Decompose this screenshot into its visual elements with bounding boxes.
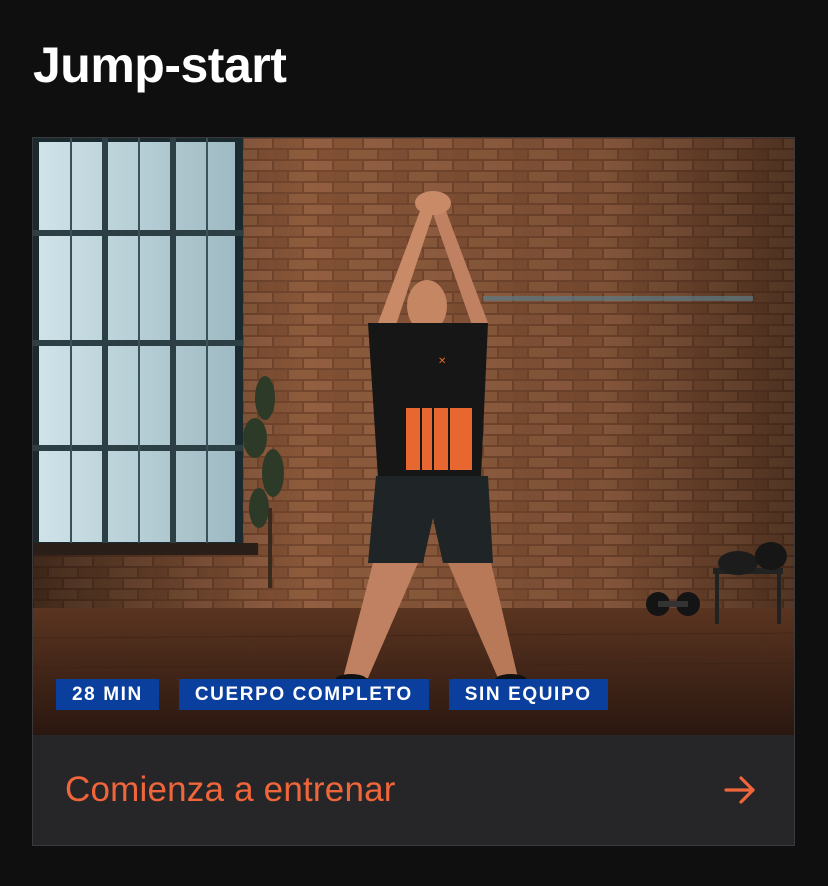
arrow-right-icon bbox=[724, 776, 755, 804]
tag-equipment: SIN EQUIPO bbox=[448, 679, 608, 710]
start-training-button[interactable]: Comienza a entrenar bbox=[33, 735, 794, 845]
section-title: Jump-start bbox=[33, 37, 287, 93]
workout-tags: 28 MIN CUERPO COMPLETO SIN EQUIPO bbox=[56, 679, 608, 710]
tag-duration: 28 MIN bbox=[56, 679, 159, 710]
start-training-label: Comienza a entrenar bbox=[65, 770, 396, 809]
workout-hero-image[interactable]: ✕ 28 MIN CUERPO COMPLETO SIN EQUIPO bbox=[33, 138, 794, 735]
tag-body-area: CUERPO COMPLETO bbox=[178, 679, 429, 710]
svg-text:✕: ✕ bbox=[438, 356, 446, 367]
workout-card[interactable]: ✕ 28 MIN CUERPO COMPLETO SIN EQUIPO Comi… bbox=[32, 137, 795, 846]
